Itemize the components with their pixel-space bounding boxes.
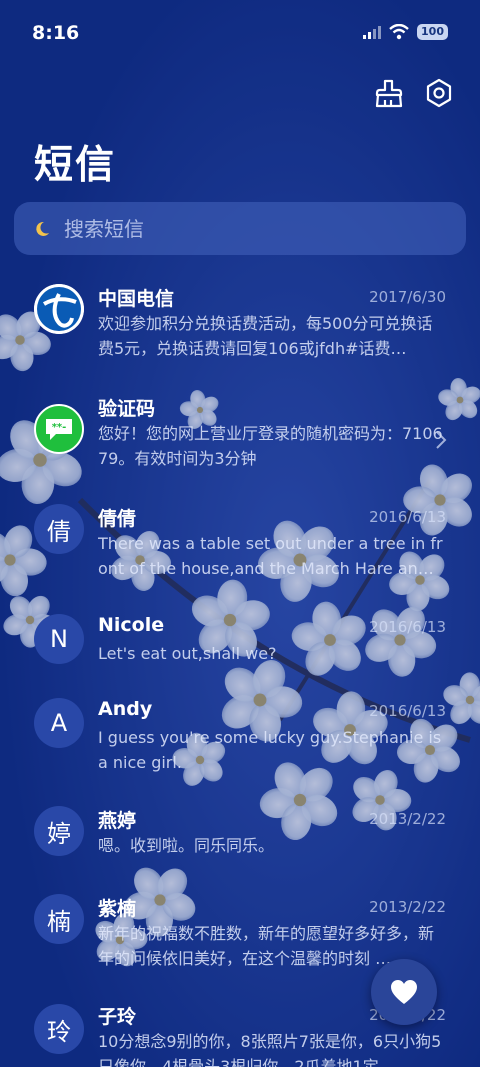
sender-name: 倩倩	[98, 508, 137, 530]
broom-icon	[375, 79, 403, 108]
sender-name: 紫楠	[98, 898, 137, 920]
settings-button[interactable]	[424, 78, 454, 108]
status-icons: 100	[363, 24, 448, 40]
settings-icon	[426, 78, 452, 108]
message-date: 2016/6/13	[369, 618, 446, 636]
message-date: 2013/2/22	[369, 810, 446, 828]
message-preview: Let's eat out,shall we?	[98, 644, 277, 663]
avatar: N	[34, 614, 84, 664]
sender-name: 燕婷	[98, 810, 137, 832]
wifi-icon	[389, 24, 409, 40]
search-input[interactable]	[62, 207, 466, 250]
message-preview: 10分想念9别的你，8张照片7张是你，6只小狗5只像你，4根骨头3根归你，2爪着…	[98, 1032, 442, 1067]
message-preview: 您好！您的网上营业厅登录的随机密码为：710679。有效时间为3分钟	[98, 424, 443, 468]
heart-icon	[391, 980, 417, 1004]
page-title: 短信	[34, 143, 117, 188]
sender-name: 子玲	[98, 1006, 137, 1028]
signal-icon	[363, 26, 382, 39]
message-item[interactable]: **- 验证码 您好！您的网上营业厅登录的随机密码为：710679。有效时间为3…	[0, 388, 480, 488]
status-time: 8:16	[32, 22, 80, 44]
message-date: 2016/6/13	[369, 508, 446, 526]
sender-name: 中国电信	[98, 288, 175, 310]
avatar: 楠	[34, 894, 84, 944]
battery-indicator: 100	[417, 24, 448, 40]
message-item[interactable]: A Andy 2016/6/13 I guess you're some luc…	[0, 696, 480, 796]
message-item[interactable]: 倩 倩倩 2016/6/13 There was a table set out…	[0, 498, 480, 598]
chevron-right-icon	[436, 431, 447, 449]
sender-name: Nicole	[98, 614, 165, 636]
chat-bubble-logo: **-	[34, 404, 84, 454]
message-date: 2016/6/13	[369, 702, 446, 720]
clean-button[interactable]	[374, 78, 404, 108]
avatar: 倩	[34, 504, 84, 554]
avatar: 婷	[34, 806, 84, 856]
avatar: A	[34, 698, 84, 748]
message-preview: 嗯。收到啦。同乐同乐。	[98, 836, 275, 855]
svg-text:**-: **-	[52, 422, 67, 433]
sender-name: 验证码	[98, 398, 156, 420]
status-bar: 8:16 100	[0, 0, 480, 66]
message-item[interactable]: 中国电信 2017/6/30 欢迎参加积分兑换话费活动，每500分可兑换话费5元…	[0, 278, 480, 378]
message-date: 2013/2/22	[369, 898, 446, 916]
search-bar[interactable]	[14, 202, 466, 255]
message-item[interactable]: N Nicole 2016/6/13 Let's eat out,shall w…	[0, 608, 480, 688]
moon-icon	[36, 221, 49, 236]
china-telecom-logo	[34, 284, 84, 334]
avatar: 玲	[34, 1004, 84, 1054]
message-item[interactable]: 婷 燕婷 2013/2/22 嗯。收到啦。同乐同乐。	[0, 804, 480, 884]
message-preview: There was a table set out under a tree i…	[98, 534, 443, 578]
message-date: 2017/6/30	[369, 288, 446, 306]
header-actions	[374, 78, 454, 108]
sender-name: Andy	[98, 698, 153, 720]
favorites-button[interactable]	[371, 959, 437, 1025]
message-preview: 欢迎参加积分兑换话费活动，每500分可兑换话费5元，兑换话费请回复106或jfd…	[98, 314, 433, 358]
message-preview: I guess you're some lucky guy.Stephanie …	[98, 728, 442, 772]
